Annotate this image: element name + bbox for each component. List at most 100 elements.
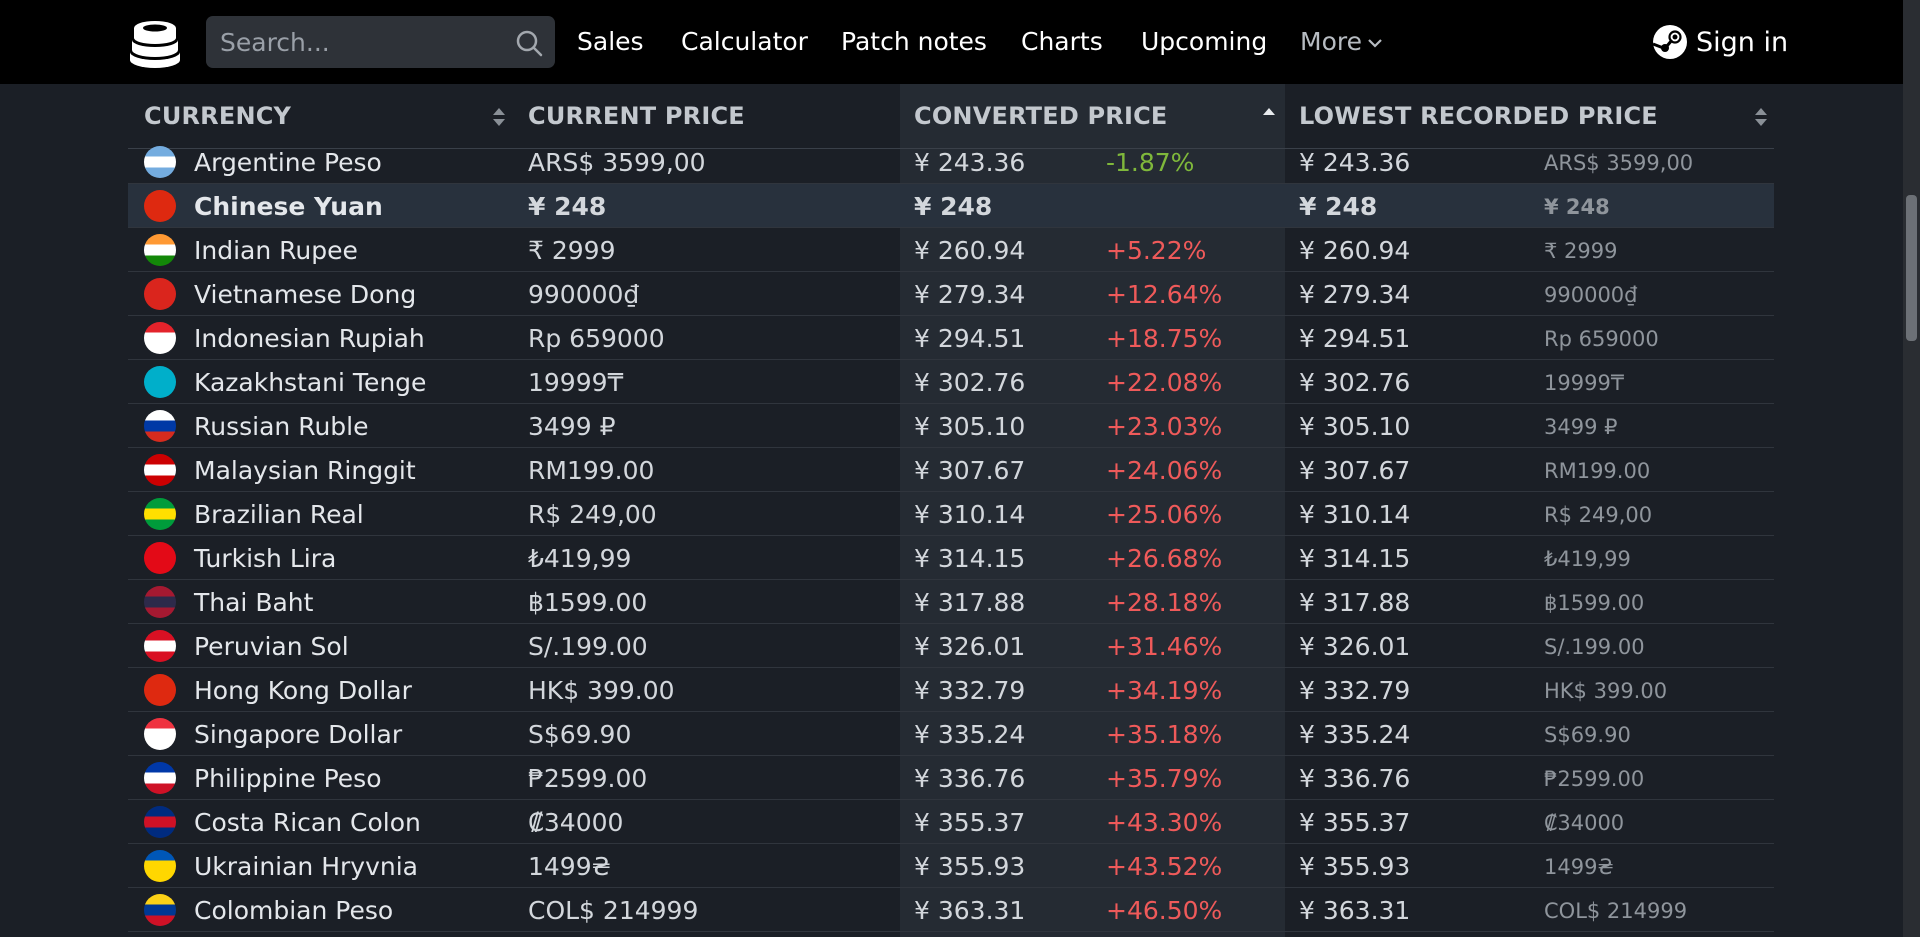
header-lowest-recorded-price[interactable]: LOWEST RECORDED PRICE (1299, 102, 1658, 130)
current-price: ₡34000 (528, 808, 624, 837)
lowest-converted-price: ¥ 355.37 (1299, 808, 1411, 837)
country-flag-icon (144, 586, 176, 618)
country-flag-icon (144, 190, 176, 222)
lowest-original-price: S/.199.00 (1544, 635, 1645, 659)
lowest-original-price: ¥ 248 (1544, 195, 1610, 219)
header-currency[interactable]: CURRENCY (144, 102, 291, 130)
converted-price: ¥ 307.67 (914, 456, 1026, 485)
current-price: ₹ 2999 (528, 236, 616, 265)
current-price: R$ 249,00 (528, 500, 657, 529)
price-difference: +25.06% (1106, 500, 1223, 529)
table-row[interactable]: Hong Kong Dollar HK$ 399.00 ¥ 332.79 +34.19… (128, 668, 1774, 712)
table-row[interactable]: Colombian Peso COL$ 214999 ¥ 363.31 +46.50%… (128, 888, 1774, 932)
table-row[interactable]: Malaysian Ringgit RM199.00 ¥ 307.67 +24.06%… (128, 448, 1774, 492)
country-flag-icon (144, 718, 176, 750)
nav-more-label: More (1300, 27, 1362, 56)
lowest-converted-price: ¥ 305.10 (1299, 412, 1411, 441)
current-price: 990000₫ (528, 280, 640, 309)
price-difference: +43.30% (1106, 808, 1223, 837)
converted-price: ¥ 355.37 (914, 808, 1026, 837)
country-flag-icon (144, 674, 176, 706)
lowest-converted-price: ¥ 294.51 (1299, 324, 1411, 353)
lowest-original-price: S$69.90 (1544, 723, 1631, 747)
current-price: ฿1599.00 (528, 588, 648, 617)
table-row[interactable]: Kazakhstani Tenge 19999₸ ¥ 302.76 +22.08% ¥ … (128, 360, 1774, 404)
site-logo-icon[interactable] (128, 16, 182, 70)
lowest-original-price: HK$ 399.00 (1544, 679, 1668, 703)
current-price: S$69.90 (528, 720, 632, 749)
converted-price: ¥ 279.34 (914, 280, 1026, 309)
nav-more-dropdown[interactable]: More (1300, 25, 1384, 59)
sort-both-icon[interactable] (492, 106, 506, 128)
price-difference: -1.87% (1106, 148, 1195, 177)
converted-price: ¥ 335.24 (914, 720, 1026, 749)
converted-price: ¥ 243.36 (914, 148, 1026, 177)
nav-calculator-link[interactable]: Calculator (681, 25, 808, 59)
table-row[interactable]: Vietnamese Dong 990000₫ ¥ 279.34 +12.64% ¥ 2… (128, 272, 1774, 316)
currency-name: Kazakhstani Tenge (194, 368, 427, 397)
sort-both-icon[interactable] (1754, 106, 1768, 128)
table-row[interactable]: Peruvian Sol S/.199.00 ¥ 326.01 +31.46% ¥ 32… (128, 624, 1774, 668)
currency-name: Costa Rican Colon (194, 808, 421, 837)
lowest-converted-price: ¥ 248 (1299, 192, 1378, 221)
header-converted-price[interactable]: CONVERTED PRICE (914, 102, 1168, 130)
table-row[interactable]: Argentine Peso ARS$ 3599,00 ¥ 243.36 -1.87%… (128, 140, 1774, 184)
converted-price: ¥ 302.76 (914, 368, 1026, 397)
country-flag-icon (144, 894, 176, 926)
lowest-original-price: R$ 249,00 (1544, 503, 1653, 527)
search-icon[interactable] (515, 29, 543, 57)
sort-ascending-icon[interactable] (1262, 106, 1276, 128)
table-row[interactable]: Ukrainian Hryvnia 1499₴ ¥ 355.93 +43.52% ¥ 3… (128, 844, 1774, 888)
sign-in-button[interactable]: Sign in (1652, 24, 1788, 60)
lowest-converted-price: ¥ 260.94 (1299, 236, 1411, 265)
nav-sales-link[interactable]: Sales (577, 25, 644, 59)
nav-upcoming-link[interactable]: Upcoming (1141, 25, 1267, 59)
page-scrollbar[interactable] (1903, 0, 1920, 937)
current-price: ₱2599.00 (528, 764, 648, 793)
table-row[interactable]: Chinese Yuan ¥ 248 ¥ 248 ¥ 248 ¥ 248 (128, 184, 1774, 228)
nav-patch-notes-link[interactable]: Patch notes (841, 25, 987, 59)
table-row[interactable]: Philippine Peso ₱2599.00 ¥ 336.76 +35.79% ¥ … (128, 756, 1774, 800)
scrollbar-thumb[interactable] (1906, 195, 1917, 341)
lowest-converted-price: ¥ 307.67 (1299, 456, 1411, 485)
table-row[interactable]: Russian Ruble 3499 ₽ ¥ 305.10 +23.03% ¥ 305.… (128, 404, 1774, 448)
lowest-original-price: Rp 659000 (1544, 327, 1659, 351)
currency-name: Philippine Peso (194, 764, 382, 793)
converted-price: ¥ 363.31 (914, 896, 1026, 925)
table-row[interactable]: Thai Baht ฿1599.00 ¥ 317.88 +28.18% ¥ 317.88… (128, 580, 1774, 624)
price-difference: +24.06% (1106, 456, 1223, 485)
lowest-converted-price: ¥ 314.15 (1299, 544, 1411, 573)
lowest-converted-price: ¥ 363.31 (1299, 896, 1411, 925)
table-row[interactable]: Singapore Dollar S$69.90 ¥ 335.24 +35.18% ¥ … (128, 712, 1774, 756)
table-row[interactable]: Brazilian Real R$ 249,00 ¥ 310.14 +25.06% ¥ … (128, 492, 1774, 536)
price-difference: +18.75% (1106, 324, 1223, 353)
current-price: COL$ 214999 (528, 896, 699, 925)
price-difference: +12.64% (1106, 280, 1223, 309)
table-row[interactable]: Turkish Lira ₺419,99 ¥ 314.15 +26.68% ¥ 314.… (128, 536, 1774, 580)
table-row[interactable]: Indian Rupee ₹ 2999 ¥ 260.94 +5.22% ¥ 260.94… (128, 228, 1774, 272)
search-input[interactable] (206, 16, 555, 68)
current-price: HK$ 399.00 (528, 676, 675, 705)
header-current-price[interactable]: CURRENT PRICE (528, 102, 745, 130)
price-difference: +35.18% (1106, 720, 1223, 749)
table-row[interactable]: Indonesian Rupiah Rp 659000 ¥ 294.51 +18.75… (128, 316, 1774, 360)
lowest-converted-price: ¥ 243.36 (1299, 148, 1411, 177)
lowest-converted-price: ¥ 355.93 (1299, 852, 1411, 881)
lowest-original-price: 990000₫ (1544, 283, 1638, 307)
lowest-original-price: ฿1599.00 (1544, 591, 1645, 615)
price-difference: +31.46% (1106, 632, 1223, 661)
table-row[interactable]: Costa Rican Colon ₡34000 ¥ 355.37 +43.30% ¥ … (128, 800, 1774, 844)
price-difference: +35.79% (1106, 764, 1223, 793)
lowest-original-price: ₡34000 (1544, 811, 1625, 835)
nav-charts-link[interactable]: Charts (1021, 25, 1103, 59)
lowest-converted-price: ¥ 279.34 (1299, 280, 1411, 309)
country-flag-icon (144, 146, 176, 178)
converted-price: ¥ 336.76 (914, 764, 1026, 793)
converted-price: ¥ 314.15 (914, 544, 1026, 573)
lowest-original-price: 19999₸ (1544, 371, 1625, 395)
country-flag-icon (144, 322, 176, 354)
current-price: 3499 ₽ (528, 412, 616, 441)
current-price: Rp 659000 (528, 324, 665, 353)
converted-price: ¥ 248 (914, 192, 993, 221)
converted-price: ¥ 317.88 (914, 588, 1026, 617)
